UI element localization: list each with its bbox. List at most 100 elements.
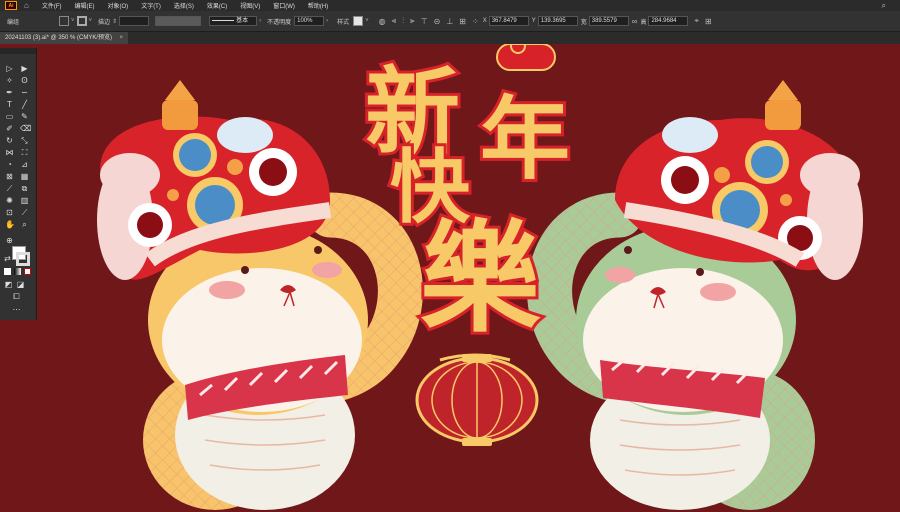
type-tool-icon[interactable]: T (5, 100, 14, 109)
brush-value: 基本 (236, 18, 249, 24)
menu-effect[interactable]: 效果(C) (207, 1, 227, 10)
free-transform-tool-icon[interactable]: ⛶ (20, 148, 29, 157)
shaper-tool-icon[interactable]: ✐ (5, 124, 14, 133)
gradient-tool-icon[interactable]: ▦ (20, 172, 29, 181)
draw-normal-icon[interactable]: ◩ (4, 280, 13, 289)
stroke-weight-field[interactable] (119, 16, 150, 26)
align-left-icon[interactable]: ⫷ (392, 16, 397, 26)
curvature-tool-icon[interactable]: ∽ (20, 88, 29, 97)
menu-help[interactable]: 帮助(H) (308, 1, 328, 10)
align-middle-icon[interactable]: ⊝ (434, 17, 441, 26)
swap-colors-icon[interactable]: ⇄ (3, 254, 12, 263)
document-title: 20241103 (3).ai* @ 350 % (CMYK/预览) (5, 35, 113, 41)
x-field[interactable]: 367.8479 (488, 16, 529, 26)
document-tab-bar: 20241103 (3).ai* @ 350 % (CMYK/预览) × (0, 32, 900, 44)
style-label[interactable]: 样式 (337, 17, 349, 26)
grid-icon[interactable]: ⊞ (705, 17, 712, 26)
blend-tool-icon[interactable]: ⧉ (20, 184, 29, 193)
pen-tool-icon[interactable]: ✒ (5, 88, 14, 97)
control-bar: 编组 ˅ ˅ 描边 ⇕ 基本 › 不透明度 100% › 样式 ˅ ◍ ⫷ ⫶ … (0, 11, 900, 32)
zoom-tool-icon[interactable]: ⌕ (20, 220, 29, 229)
height-label: 高 (640, 19, 647, 26)
width-tool-icon[interactable]: ⋈ (5, 148, 14, 157)
chevron-down-icon[interactable]: ˅ (89, 18, 93, 24)
search-icon[interactable]: ⌕ (882, 1, 886, 11)
menu-edit[interactable]: 编辑(E) (75, 1, 95, 10)
more-tools-icon[interactable]: ⋯ (12, 305, 21, 314)
screen-mode-icon[interactable]: ⧠ (12, 292, 21, 301)
stepper-icon[interactable]: ⇕ (112, 18, 117, 25)
link-icon[interactable]: ∞ (632, 17, 638, 26)
scale-tool-icon[interactable]: ⤡ (20, 136, 29, 145)
stroke-swatch-large[interactable] (16, 252, 30, 266)
width-label: 宽 (580, 19, 587, 26)
height-field[interactable]: 284.9684 (648, 16, 689, 26)
chevron-right-icon[interactable]: › (259, 18, 261, 24)
style-swatch[interactable] (353, 16, 364, 26)
paintbrush-tool-icon[interactable]: ✎ (20, 112, 29, 121)
none-mode-icon[interactable] (24, 268, 31, 275)
brush-definition[interactable]: 基本 (209, 16, 258, 26)
home-icon[interactable]: ⌂ (24, 1, 29, 10)
transform-icon[interactable]: ⊞ (459, 17, 466, 26)
selection-tool-icon[interactable]: ▷ (5, 64, 14, 73)
mesh-tool-icon[interactable]: ⊠ (5, 172, 14, 181)
menu-select[interactable]: 选择(S) (174, 1, 194, 10)
brush-stroke-preview (212, 19, 235, 21)
stroke-swatch[interactable] (76, 16, 87, 26)
slice-tool-icon[interactable]: ⟋ (20, 208, 29, 217)
panel-grip[interactable] (0, 48, 36, 54)
reference-point-icon[interactable]: ⁘ (472, 17, 479, 26)
y-field[interactable]: 139.3695 (537, 16, 578, 26)
opacity-label[interactable]: 不透明度 (267, 17, 291, 26)
menu-type[interactable]: 文字(T) (141, 1, 161, 10)
opacity-field[interactable]: 100% (294, 16, 325, 26)
graph-tool-icon[interactable]: ▥ (20, 196, 29, 205)
menu-view[interactable]: 视图(V) (240, 1, 260, 10)
eyedropper-tool-icon[interactable]: ⟋ (5, 184, 14, 193)
width-field[interactable]: 389.5579 (588, 16, 629, 26)
char-le: 樂 (420, 213, 541, 346)
stroke-label[interactable]: 描边 (98, 17, 110, 26)
x-label: X (482, 18, 487, 24)
app-logo: Ai (5, 1, 17, 10)
document-tab[interactable]: 20241103 (3).ai* @ 350 % (CMYK/预览) × (0, 32, 128, 44)
menu-object[interactable]: 对象(O) (108, 1, 129, 10)
hand-tool-icon[interactable]: ✋ (5, 220, 15, 229)
align-center-icon[interactable]: ⫶ (402, 16, 404, 26)
align-bottom-icon[interactable]: ⊥ (446, 17, 453, 26)
gradient-mode-icon[interactable] (14, 268, 21, 275)
lasso-tool-icon[interactable]: ʘ (20, 76, 29, 85)
menu-bar: Ai ⌂ 文件(F) 编辑(E) 对象(O) 文字(T) 选择(S) 效果(C)… (0, 0, 900, 11)
direct-selection-tool-icon[interactable]: ▶ (20, 64, 29, 73)
fill-swatch[interactable] (59, 16, 70, 26)
chevron-down-icon[interactable]: ˅ (71, 18, 75, 24)
shape-builder-tool-icon[interactable]: ◔ (5, 160, 14, 169)
rectangle-tool-icon[interactable]: ▭ (5, 112, 14, 121)
menu-file[interactable]: 文件(F) (42, 1, 62, 10)
rotate-tool-icon[interactable]: ↻ (5, 136, 14, 145)
align-right-icon[interactable]: ⫸ (410, 16, 415, 26)
chevron-down-icon[interactable]: ˅ (365, 18, 369, 24)
menu-window[interactable]: 窗口(W) (273, 1, 295, 10)
variable-width-profile[interactable] (155, 16, 202, 26)
close-icon[interactable]: × (119, 32, 123, 44)
tools-panel: ▷ ▶ ✧ ʘ ✒ ∽ T ╱ ▭ ✎ ✐ ⌫ ↻ ⤡ ⋈ ⛶ ◔ ⊿ ⊠ ▦ … (0, 48, 37, 320)
fill-color-icon[interactable]: ⊕ (5, 236, 14, 245)
artboard-canvas[interactable]: 新 年 快 樂 (36, 38, 900, 510)
perspective-grid-icon[interactable]: ⊿ (20, 160, 29, 169)
eraser-tool-icon[interactable]: ⌫ (20, 124, 31, 133)
top-lantern-fragment (496, 38, 556, 71)
chevron-right-icon[interactable]: › (326, 18, 328, 24)
draw-behind-icon[interactable]: ◪ (16, 280, 25, 289)
align-top-icon[interactable]: ⊤ (421, 17, 428, 26)
recolor-icon[interactable]: ◍ (379, 17, 386, 26)
magic-wand-icon[interactable]: ✧ (5, 76, 14, 85)
y-label: Y (531, 18, 536, 24)
artboard-tool-icon[interactable]: ⊡ (5, 208, 14, 217)
selection-type-label: 编组 (7, 19, 20, 26)
color-mode-icon[interactable] (4, 268, 11, 275)
symbol-sprayer-icon[interactable]: ✺ (5, 196, 14, 205)
transform-options-icon[interactable]: ⌖ (694, 16, 699, 26)
line-tool-icon[interactable]: ╱ (20, 100, 29, 109)
